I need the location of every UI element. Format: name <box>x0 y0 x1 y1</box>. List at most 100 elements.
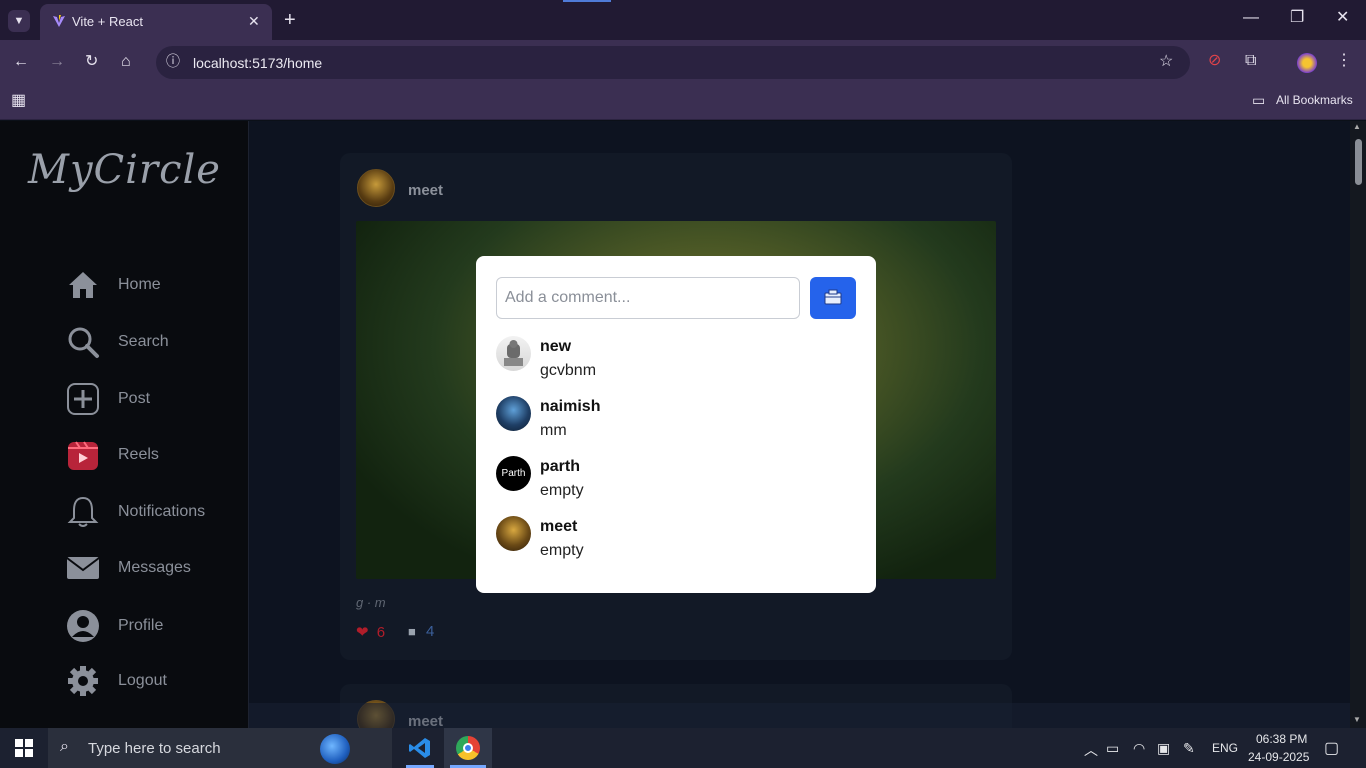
scroll-thumb[interactable] <box>1355 139 1362 185</box>
vscode-taskbar-icon[interactable] <box>400 728 440 768</box>
nav-search[interactable]: Search <box>66 321 236 361</box>
avatar[interactable] <box>357 169 395 207</box>
nav-reels[interactable]: Reels <box>66 434 236 474</box>
scroll-down-icon[interactable]: ▼ <box>1353 716 1361 724</box>
comment-username[interactable]: meet <box>540 518 577 536</box>
reels-icon <box>68 441 98 470</box>
send-icon <box>824 289 842 305</box>
nav-label: Search <box>118 333 169 350</box>
active-indicator <box>563 0 611 2</box>
bookmarks-bar: ▦ ▭ All Bookmarks <box>0 85 1366 120</box>
scroll-up-icon[interactable]: ▲ <box>1353 123 1361 131</box>
wifi-icon[interactable]: ◠ <box>1133 740 1145 757</box>
comment-text: gcvbnm <box>540 362 597 379</box>
comment-username[interactable]: parth <box>540 458 580 476</box>
apps-grid-icon[interactable]: ▦ <box>11 93 26 109</box>
menu-kebab-icon[interactable]: ⋮ <box>1336 53 1352 69</box>
comment-item: meet empty <box>496 516 856 572</box>
nav-logout[interactable]: Logout <box>66 660 236 700</box>
nav-label: Post <box>118 390 151 407</box>
blocked-extension-icon[interactable]: ⊘ <box>1208 53 1221 69</box>
nav-profile[interactable]: Profile <box>66 605 236 645</box>
search-icon: ⌕ <box>60 738 69 755</box>
send-comment-button[interactable] <box>810 277 856 319</box>
page-scrollbar[interactable]: ▲ ▼ <box>1350 121 1366 728</box>
pen-icon[interactable]: ✎ <box>1183 740 1195 757</box>
taskbar-search[interactable]: ⌕ Type here to search <box>48 728 392 768</box>
url-text: localhost:5173/home <box>193 55 323 71</box>
home-button-icon[interactable]: ⌂ <box>121 54 131 70</box>
windows-start-icon[interactable] <box>15 739 33 757</box>
profile-avatar[interactable] <box>1297 53 1317 73</box>
comment-icon: ■ <box>408 624 416 639</box>
restore-icon[interactable]: ❐ <box>1290 10 1304 26</box>
nav-label: Reels <box>118 446 159 463</box>
plus-square-icon <box>67 383 99 415</box>
new-tab-icon[interactable]: + <box>284 10 296 30</box>
close-window-icon[interactable]: ✕ <box>1336 10 1349 26</box>
taskbar-search-text: Type here to search <box>88 740 221 757</box>
nav-post[interactable]: Post <box>66 378 236 418</box>
battery-icon[interactable]: ▭ <box>1106 740 1119 757</box>
bell-icon <box>67 496 99 527</box>
browser-tab-bar: ▼ Vite + React ✕ + — ❐ ✕ <box>0 0 1366 40</box>
nav-messages[interactable]: Messages <box>66 547 236 587</box>
back-icon[interactable]: ← <box>13 54 29 70</box>
comment-username[interactable]: new <box>540 338 571 356</box>
post-username[interactable]: meet <box>408 182 443 199</box>
avatar-text: Parth <box>501 468 526 479</box>
bottom-fade <box>249 703 1350 728</box>
site-info-icon[interactable]: ⓘ <box>166 54 180 68</box>
notification-center-icon[interactable]: ▢ <box>1324 738 1339 758</box>
chrome-taskbar-icon[interactable] <box>444 728 492 768</box>
nav-label: Profile <box>118 617 164 634</box>
comment-input[interactable] <box>496 277 800 319</box>
avatar[interactable] <box>496 396 531 431</box>
comment-text: empty <box>540 482 584 499</box>
comments-modal: new gcvbnm naimish mm Parth parth empty … <box>476 256 876 593</box>
comment-text: empty <box>540 542 584 559</box>
envelope-icon <box>66 557 100 579</box>
vite-logo-icon <box>53 15 65 27</box>
avatar[interactable] <box>496 516 531 551</box>
like-count: 6 <box>376 624 386 641</box>
nav-label: Home <box>118 276 161 293</box>
comment-button[interactable]: ■ 4 <box>408 623 434 640</box>
tab-search-icon[interactable]: ▼ <box>8 10 30 32</box>
comment-text: mm <box>540 422 567 439</box>
clock-date[interactable]: 24-09-2025 <box>1248 750 1309 764</box>
browser-tab[interactable]: Vite + React ✕ <box>40 4 272 40</box>
bookmark-star-icon[interactable]: ☆ <box>1159 54 1173 70</box>
avatar[interactable] <box>496 336 531 371</box>
forward-icon[interactable]: → <box>49 54 65 70</box>
address-bar[interactable]: ⓘ localhost:5173/home ☆ <box>156 46 1190 79</box>
comment-item: naimish mm <box>496 396 856 452</box>
language-indicator[interactable]: ENG <box>1212 741 1238 755</box>
app-logo[interactable]: MyCircle <box>28 147 221 193</box>
reload-icon[interactable]: ↻ <box>85 54 98 70</box>
comment-username[interactable]: naimish <box>540 398 600 416</box>
user-icon <box>67 610 99 642</box>
nav-label: Logout <box>118 672 167 689</box>
folder-icon: ▭ <box>1252 92 1266 108</box>
camera-icon[interactable]: ▣ <box>1157 740 1170 757</box>
like-button[interactable]: ❤ 6 <box>356 623 385 641</box>
nav-notifications[interactable]: Notifications <box>66 491 236 531</box>
home-icon <box>69 272 97 298</box>
avatar[interactable]: Parth <box>496 456 531 491</box>
nav-label: Messages <box>118 559 191 576</box>
clock-time[interactable]: 06:38 PM <box>1256 732 1307 746</box>
search-highlight-icon <box>320 734 350 764</box>
post-caption: g · m <box>356 595 386 610</box>
gear-icon <box>68 666 98 696</box>
browser-toolbar: ← → ↻ ⌂ ⓘ localhost:5173/home ☆ ⊘ ⧉ ⋮ <box>0 40 1366 85</box>
close-tab-icon[interactable]: ✕ <box>248 14 260 28</box>
extensions-icon[interactable]: ⧉ <box>1245 53 1256 69</box>
nav-home[interactable]: Home <box>66 264 236 304</box>
all-bookmarks-label[interactable]: All Bookmarks <box>1276 93 1353 107</box>
nav-label: Notifications <box>118 503 206 520</box>
statue-icon <box>504 340 523 366</box>
comment-item: new gcvbnm <box>496 336 856 392</box>
minimize-icon[interactable]: — <box>1243 10 1259 26</box>
tray-chevron-icon[interactable]: ︿ <box>1084 740 1098 760</box>
